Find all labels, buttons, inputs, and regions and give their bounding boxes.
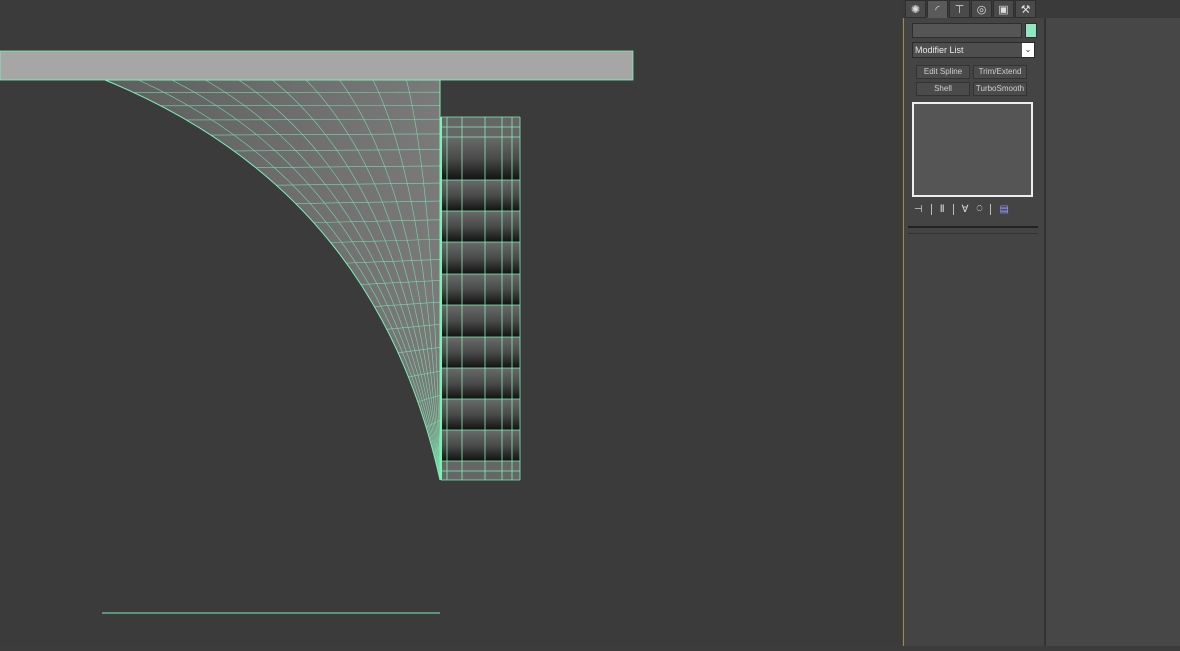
shell-button[interactable]: Shell [916,82,970,96]
configure-modifier-sets-icon[interactable]: ▤ [999,204,1008,215]
divider [908,233,1038,234]
box-face-band [441,211,520,242]
box-face-band [441,137,520,180]
box-face-band [441,180,520,211]
modifier-list-label: Modifier List [915,45,964,55]
object-name-input[interactable] [912,23,1022,38]
viewport[interactable] [0,0,902,646]
command-panel-tabs: ✺ ◜ ⊤ ◎ ▣ ⚒ [902,0,1180,18]
make-unique-icon[interactable]: ∀ [962,204,969,215]
box-mesh[interactable] [441,117,520,480]
modifier-stack-list[interactable] [912,102,1033,197]
box-face-band [441,117,520,127]
curved-surface-mesh[interactable] [105,80,440,480]
panel-border [903,18,904,646]
show-end-result-icon[interactable]: Ⅱ [940,204,945,215]
box-face-band [441,305,520,337]
box-face-band [441,337,520,368]
horizontal-bar-mesh[interactable] [0,51,633,80]
chevron-down-icon[interactable]: ⌄ [1022,43,1034,57]
pin-stack-icon[interactable]: ⊣ [914,204,923,215]
trim-extend-button[interactable]: Trim/Extend [973,65,1027,79]
box-face-band [441,471,520,480]
box-face-band [441,430,520,461]
remove-modifier-icon[interactable]: ⍥ [976,204,982,215]
edit-spline-button[interactable]: Edit Spline [916,65,970,79]
box-face-band [441,399,520,430]
box-face-band [441,127,520,137]
object-color-swatch[interactable] [1025,23,1037,38]
create-icon[interactable]: ✺ [905,0,926,18]
command-panel: ✺ ◜ ⊤ ◎ ▣ ⚒ Modifier List ⌄ Edit Spline … [902,0,1180,646]
utilities-icon[interactable]: ⚒ [1015,0,1036,18]
separator [990,204,991,215]
viewport-canvas[interactable] [0,0,902,646]
display-icon[interactable]: ▣ [993,0,1014,18]
separator [931,204,932,215]
panel-rollout-column [1044,18,1180,646]
modify-icon[interactable]: ◜ [927,0,948,18]
divider [908,226,1038,228]
stack-toolbar: ⊣ Ⅱ ∀ ⍥ ▤ [912,202,1037,216]
box-face-band [441,461,520,471]
box-face-band [441,274,520,305]
turbosmooth-button[interactable]: TurboSmooth [973,82,1027,96]
motion-icon[interactable]: ◎ [971,0,992,18]
hierarchy-icon[interactable]: ⊤ [949,0,970,18]
box-face-band [441,242,520,274]
modifier-list-dropdown[interactable]: Modifier List ⌄ [912,42,1035,58]
separator [953,204,954,215]
box-face-band [441,368,520,399]
